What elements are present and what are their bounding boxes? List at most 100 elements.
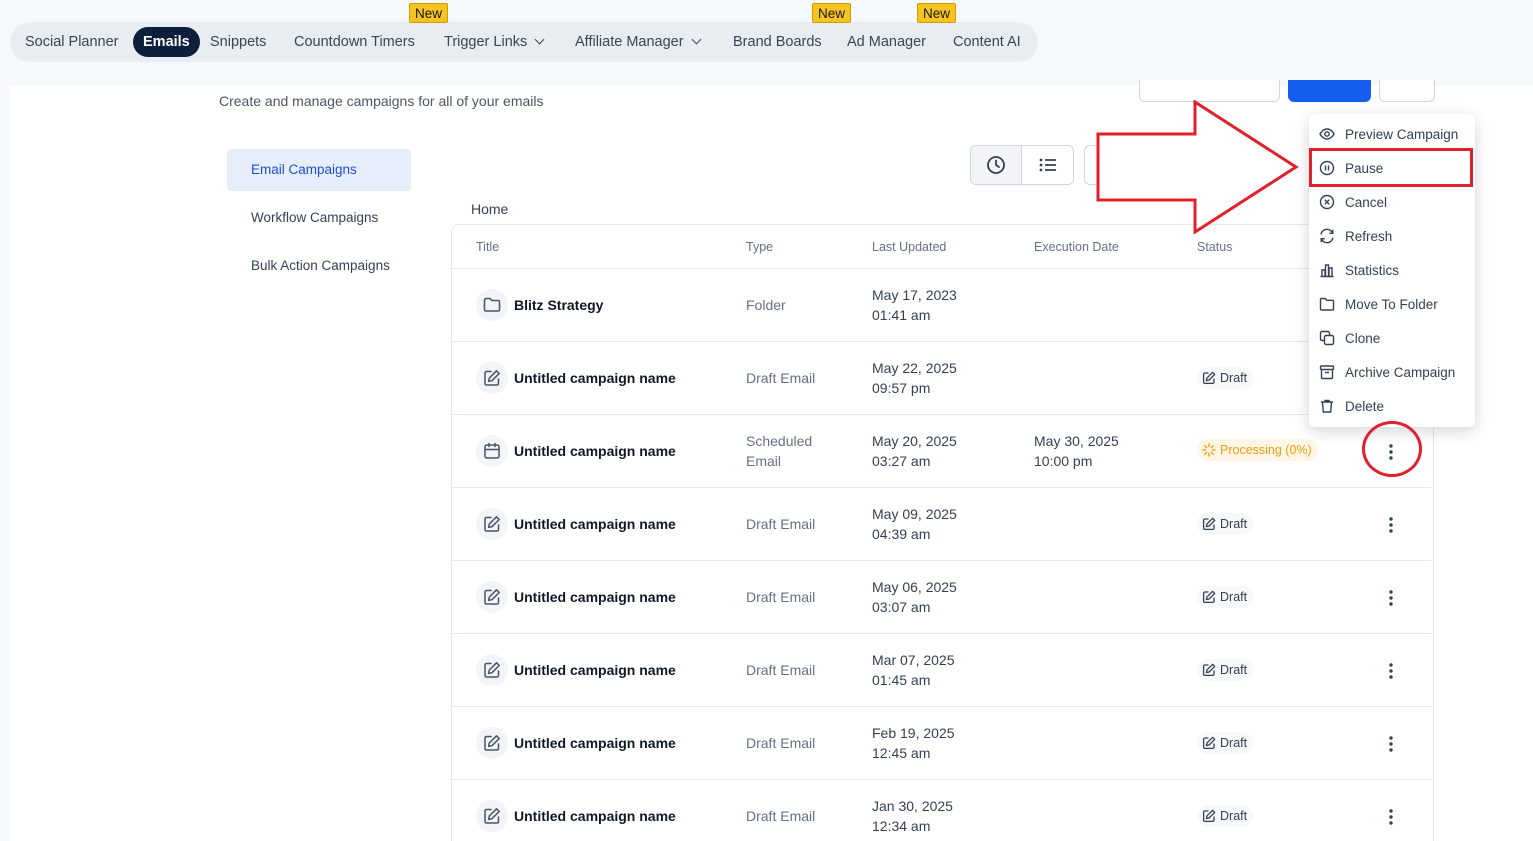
status-badge: Processing (0%) <box>1197 439 1318 461</box>
trash-icon <box>1319 398 1345 414</box>
nav-countdown-timers[interactable]: Countdown Timers <box>294 22 415 62</box>
campaign-type: Draft Email <box>746 368 815 388</box>
more-actions-button[interactable] <box>1381 807 1401 827</box>
column-header-title[interactable]: Title <box>476 225 499 269</box>
campaign-title[interactable]: Blitz Strategy <box>514 269 603 342</box>
menu-item-delete[interactable]: Delete <box>1309 389 1475 423</box>
sidebar-item-bulk-action-campaigns[interactable]: Bulk Action Campaigns <box>227 245 411 287</box>
menu-item-preview-campaign[interactable]: Preview Campaign <box>1309 117 1475 151</box>
nav-trigger-links[interactable]: Trigger Links <box>444 22 545 62</box>
table-row[interactable]: Untitled campaign name Draft Email Mar 07,… <box>452 634 1433 707</box>
kebab-icon <box>1389 736 1393 752</box>
last-updated-date: May 09, 2025 <box>872 506 957 522</box>
nav-content-ai[interactable]: Content AI <box>953 22 1021 62</box>
menu-item-refresh[interactable]: Refresh <box>1309 219 1475 253</box>
campaign-title[interactable]: Untitled campaign name <box>514 707 676 780</box>
edit-icon <box>1202 371 1216 385</box>
last-updated-date: Feb 19, 2025 <box>872 725 955 741</box>
create-folder-button[interactable] <box>1139 80 1280 102</box>
list-icon <box>1039 158 1056 172</box>
sidebar-item-email-campaigns[interactable]: Email Campaigns <box>227 149 411 191</box>
menu-item-cancel[interactable]: Cancel <box>1309 185 1475 219</box>
last-updated-time: 12:45 am <box>872 745 931 761</box>
last-updated-date: May 22, 2025 <box>872 360 957 376</box>
campaign-title[interactable]: Untitled campaign name <box>514 415 676 488</box>
top-nav: Social Planner Emails Snippets Countdown… <box>10 22 1038 62</box>
last-updated-time: 09:57 pm <box>872 380 931 396</box>
last-updated-time: 01:45 am <box>872 672 931 688</box>
edit-icon <box>476 654 508 686</box>
last-updated-time: 04:39 am <box>872 526 931 542</box>
menu-item-clone[interactable]: Clone <box>1309 321 1475 355</box>
nav-social-planner[interactable]: Social Planner <box>25 22 119 62</box>
spinner-icon <box>1202 443 1216 457</box>
campaign-title[interactable]: Untitled campaign name <box>514 780 676 841</box>
nav-affiliate-manager[interactable]: Affiliate Manager <box>575 22 701 62</box>
more-actions-button[interactable] <box>1381 734 1401 754</box>
table-row[interactable]: Untitled campaign name Draft Email Jan 30,… <box>452 780 1433 841</box>
last-updated: May 22, 2025 09:57 pm <box>872 358 957 398</box>
menu-item-move-to-folder[interactable]: Move To Folder <box>1309 287 1475 321</box>
column-header-type[interactable]: Type <box>746 225 773 269</box>
menu-item-label: Delete <box>1345 398 1385 414</box>
nav-snippets[interactable]: Snippets <box>210 22 266 62</box>
last-updated-date: May 17, 2023 <box>872 287 957 303</box>
menu-item-statistics[interactable]: Statistics <box>1309 253 1475 287</box>
campaign-type: Scheduled Email <box>746 431 812 471</box>
more-actions-button[interactable] <box>1381 661 1401 681</box>
kebab-icon <box>1389 590 1393 606</box>
menu-item-archive-campaign[interactable]: Archive Campaign <box>1309 355 1475 389</box>
status-label: Draft <box>1220 736 1248 750</box>
campaign-type-line: Draft Email <box>746 735 816 751</box>
table-row[interactable]: Blitz Strategy Folder May 17, 2023 01:41 am <box>452 269 1433 342</box>
edit-icon <box>1202 736 1216 750</box>
menu-item-label: Cancel <box>1345 194 1388 210</box>
menu-item-label: Statistics <box>1345 262 1400 278</box>
sidebar-item-workflow-campaigns[interactable]: Workflow Campaigns <box>227 197 411 239</box>
eye-icon <box>1319 126 1345 142</box>
annotation-arrow <box>1096 100 1299 234</box>
campaign-title[interactable]: Untitled campaign name <box>514 561 676 634</box>
new-button[interactable] <box>1288 80 1371 102</box>
table-row[interactable]: Untitled campaign name Draft Email May 22,… <box>452 342 1433 415</box>
settings-button[interactable] <box>1379 80 1435 102</box>
campaign-type: Draft Email <box>746 660 815 680</box>
folder-icon <box>1319 296 1345 312</box>
edit-icon <box>476 581 508 613</box>
list-view-button[interactable] <box>1022 146 1073 184</box>
status-label: Draft <box>1220 517 1248 531</box>
folder-icon <box>476 289 508 321</box>
more-actions-button[interactable] <box>1381 588 1401 608</box>
last-updated-time: 03:07 am <box>872 599 931 615</box>
table-row[interactable]: Untitled campaign name Draft Email May 06,… <box>452 561 1433 634</box>
campaign-type-line: Draft Email <box>746 662 816 678</box>
view-toggle <box>970 145 1074 185</box>
campaign-title[interactable]: Untitled campaign name <box>514 342 676 415</box>
menu-item-label: Preview Campaign <box>1345 126 1459 142</box>
annotation-highlight-pause <box>1309 148 1473 187</box>
annotation-circle-kebab <box>1362 421 1422 477</box>
chevron-down-icon <box>534 34 545 45</box>
nav-ad-manager[interactable]: Ad Manager <box>847 22 926 62</box>
status-badge: Draft <box>1197 659 1254 681</box>
table-row[interactable]: Untitled campaign name Draft Email May 09,… <box>452 488 1433 561</box>
breadcrumb[interactable]: Home <box>471 201 508 217</box>
column-header-last-updated[interactable]: Last Updated <box>872 225 946 269</box>
campaign-title[interactable]: Untitled campaign name <box>514 488 676 561</box>
campaign-title[interactable]: Untitled campaign name <box>514 634 676 707</box>
status-badge: Draft <box>1197 732 1254 754</box>
more-actions-button[interactable] <box>1381 515 1401 535</box>
last-updated-time: 03:27 am <box>872 453 931 469</box>
clone-icon <box>1319 330 1345 346</box>
recent-view-button[interactable] <box>971 146 1023 184</box>
kebab-icon <box>1389 809 1393 825</box>
table-row[interactable]: Untitled campaign name Scheduled Email May … <box>452 415 1433 488</box>
last-updated: Jan 30, 2025 12:34 am <box>872 796 953 836</box>
status-badge: Draft <box>1197 586 1254 608</box>
last-updated-time: 01:41 am <box>872 307 931 323</box>
edit-icon <box>476 800 508 832</box>
table-row[interactable]: Untitled campaign name Draft Email Feb 19,… <box>452 707 1433 780</box>
nav-brand-boards[interactable]: Brand Boards <box>733 22 822 62</box>
nav-emails[interactable]: Emails <box>133 27 200 57</box>
last-updated-time: 12:34 am <box>872 818 931 834</box>
